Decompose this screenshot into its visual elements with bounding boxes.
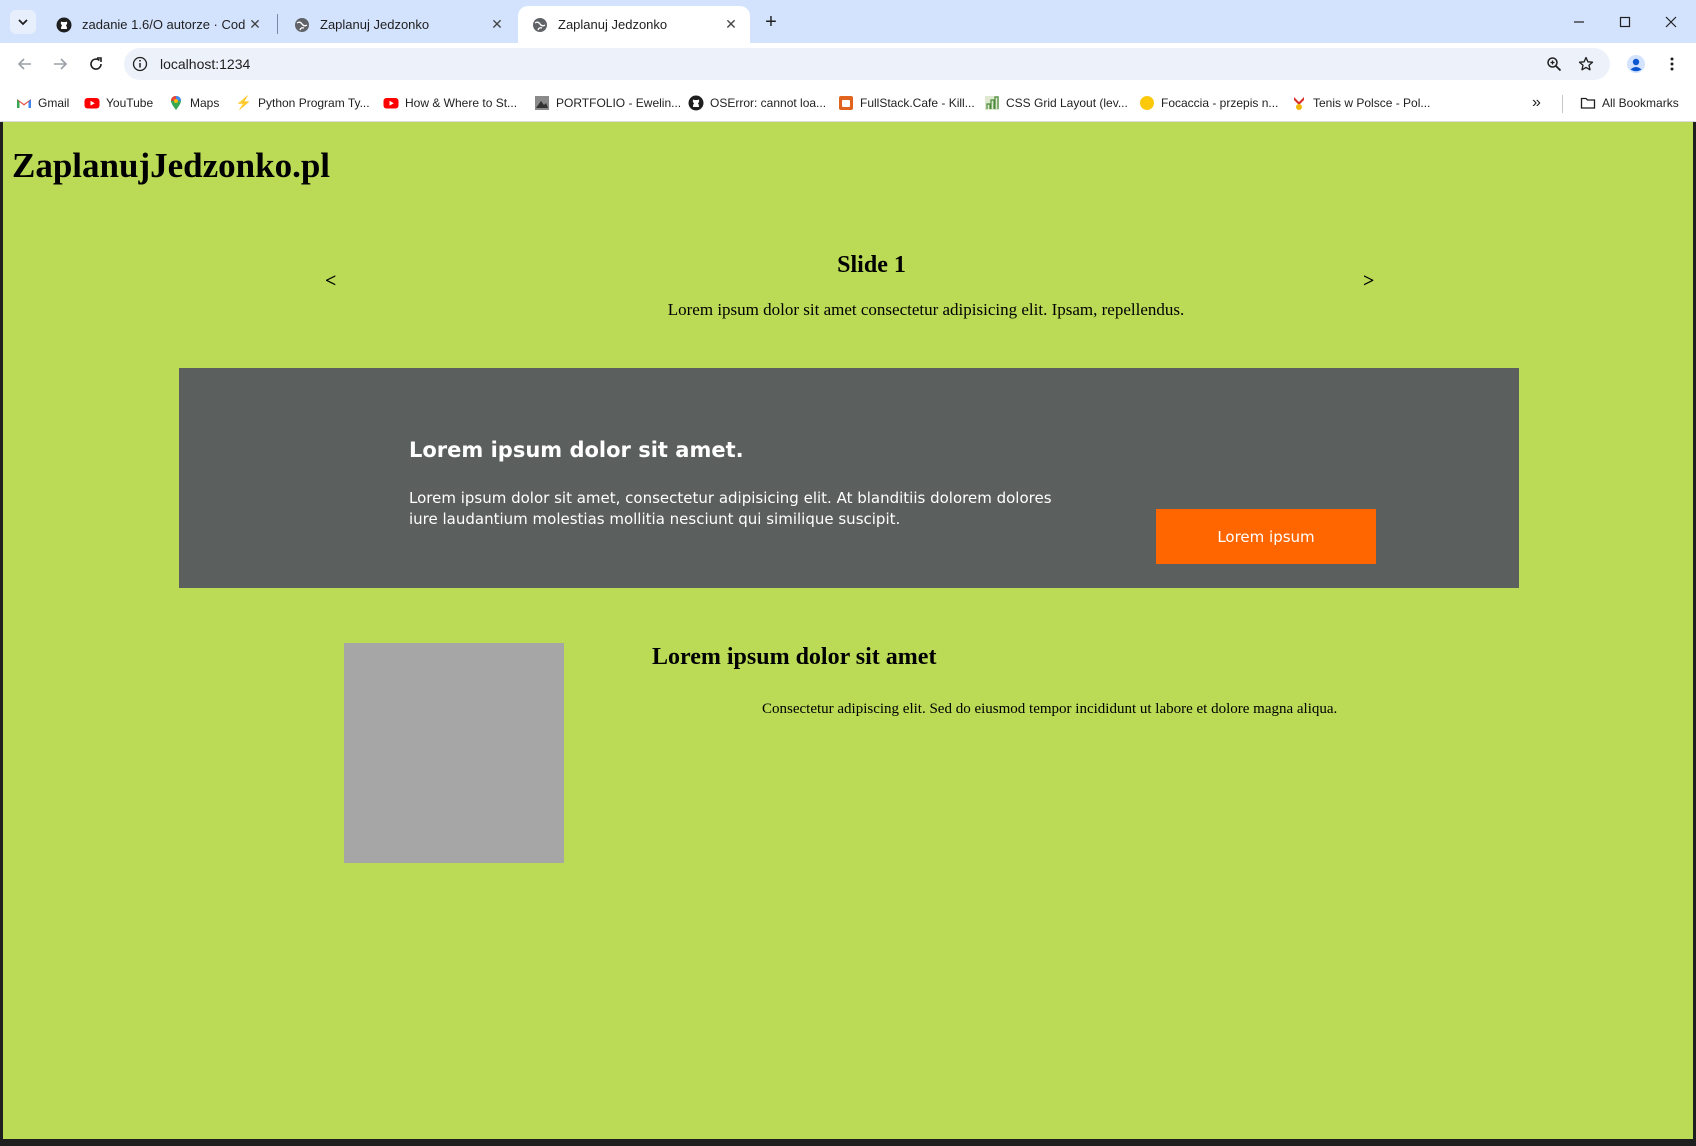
close-icon[interactable]: ✕ (722, 16, 740, 34)
bookmark-tenis[interactable]: Tenis w Polsce - Pol... (1291, 93, 1430, 113)
bolt-icon: ⚡ (235, 95, 253, 110)
close-icon (1665, 16, 1677, 28)
arrow-left-icon (17, 58, 31, 70)
info-icon[interactable] (132, 56, 148, 72)
bookmark-label: YouTube (106, 96, 154, 110)
tab-title: zadanie 1.6/O autorze · Coders (82, 17, 246, 32)
bookmarks-separator (1562, 95, 1563, 113)
bookmark-label: FullStack.Cafe - Kill... (860, 96, 975, 110)
feature-text: Consectetur adipiscing elit. Sed do eius… (762, 701, 1338, 717)
reload-icon (90, 57, 102, 70)
bookmarks-bar: Gmail YouTube Maps ⚡ Python Program Ty..… (0, 85, 1696, 122)
page-viewport: ZaplanujJedzonko.pl < Slide 1 Lorem ipsu… (3, 122, 1693, 1139)
star-icon (1578, 56, 1594, 71)
minimize-icon (1574, 21, 1584, 23)
reload-button[interactable] (84, 52, 108, 76)
bookmark-label: Focaccia - przepis n... (1161, 96, 1279, 110)
close-icon[interactable]: ✕ (246, 16, 264, 34)
bookmark-label: CSS Grid Layout (lev... (1006, 96, 1128, 110)
bookmark-oserror[interactable]: OSError: cannot loa... (688, 93, 826, 113)
close-window-button[interactable] (1656, 8, 1686, 36)
zoom-icon (1547, 57, 1562, 72)
tab-title: Zaplanuj Jedzonko (320, 17, 430, 32)
new-tab-button[interactable]: + (760, 10, 782, 34)
youtube-icon (84, 98, 100, 109)
bookmark-label: Tenis w Polsce - Pol... (1313, 96, 1431, 110)
slider-next-button[interactable]: > (1363, 270, 1374, 293)
bookmark-star-button[interactable] (1576, 54, 1596, 74)
browser-toolbar (0, 43, 1696, 85)
bookmark-maps[interactable]: Maps (168, 93, 219, 113)
banner-title: Lorem ipsum dolor sit amet. (409, 438, 744, 462)
banner-text: Lorem ipsum dolor sit amet, consectetur … (409, 489, 1052, 528)
fullstack-icon (839, 96, 853, 110)
maps-icon (171, 96, 181, 110)
bookmark-python[interactable]: ⚡ Python Program Ty... (236, 93, 370, 113)
slide-title: Slide 1 (837, 252, 906, 278)
globe-icon (533, 17, 547, 32)
url-input[interactable] (160, 54, 760, 74)
bookmark-gmail[interactable]: Gmail (16, 93, 69, 113)
bookmark-fullstack[interactable]: FullStack.Cafe - Kill... (838, 93, 975, 113)
all-bookmarks-button[interactable]: All Bookmarks (1580, 93, 1679, 113)
feature-image-placeholder (344, 643, 564, 863)
bookmark-focaccia[interactable]: Focaccia - przepis n... (1139, 93, 1278, 113)
tab-strip: zadanie 1.6/O autorze · Coders ✕ Zaplanu… (0, 0, 1696, 43)
more-bookmarks-button[interactable]: » (1532, 93, 1541, 113)
tab-1[interactable]: zadanie 1.6/O autorze · Coders ✕ (42, 6, 274, 43)
avatar-icon (1627, 55, 1645, 73)
portfolio-icon (535, 96, 549, 110)
tab-2[interactable]: Zaplanuj Jedzonko ✕ (280, 6, 516, 43)
folder-icon (1580, 97, 1596, 109)
tab-title: Zaplanuj Jedzonko (558, 17, 668, 32)
tab-separator (277, 14, 278, 34)
back-button[interactable] (13, 52, 37, 76)
github-icon (56, 17, 72, 32)
close-icon[interactable]: ✕ (488, 16, 506, 34)
bookmark-label: All Bookmarks (1602, 96, 1679, 110)
maximize-button[interactable] (1610, 8, 1640, 36)
bookmark-label: OSError: cannot loa... (710, 96, 827, 110)
feature-title: Lorem ipsum dolor sit amet (652, 644, 937, 670)
slide-text: Lorem ipsum dolor sit amet consectetur a… (667, 300, 1185, 319)
chevron-down-icon (18, 19, 28, 26)
forward-button[interactable] (48, 52, 72, 76)
bookmark-portfolio[interactable]: PORTFOLIO - Ewelin... (534, 93, 681, 113)
bookmark-label: How & Where to St... (405, 96, 518, 110)
youtube-icon (383, 98, 399, 109)
tab-3-active[interactable]: Zaplanuj Jedzonko ✕ (518, 6, 750, 43)
github-icon (688, 95, 704, 111)
zoom-button[interactable] (1544, 54, 1564, 74)
arrow-right-icon (54, 58, 68, 70)
gmail-icon (17, 99, 31, 108)
bookmark-label: Maps (190, 96, 220, 110)
maximize-icon (1619, 16, 1631, 28)
globe-icon (295, 17, 309, 32)
grid-icon (985, 96, 999, 110)
profile-button[interactable] (1624, 52, 1648, 76)
bookmark-how-where[interactable]: How & Where to St... (383, 93, 517, 113)
bookmark-youtube[interactable]: YouTube (84, 93, 153, 113)
bookmark-label: PORTFOLIO - Ewelin... (556, 96, 682, 110)
tab-search-button[interactable] (10, 10, 36, 34)
bookmark-css-grid[interactable]: CSS Grid Layout (lev... (984, 93, 1128, 113)
site-logo[interactable]: ZaplanujJedzonko.pl (12, 146, 330, 186)
bookmark-label: Python Program Ty... (258, 96, 370, 110)
kebab-menu-icon (1670, 57, 1674, 71)
banner-cta-button[interactable]: Lorem ipsum (1156, 509, 1376, 564)
address-bar[interactable] (124, 48, 1610, 80)
promo-banner: Lorem ipsum dolor sit amet. Lorem ipsum … (179, 368, 1519, 588)
yellow-dot-icon (1140, 96, 1154, 110)
bookmark-label: Gmail (38, 96, 70, 110)
minimize-button[interactable] (1564, 8, 1594, 36)
menu-button[interactable] (1660, 52, 1684, 76)
tennis-icon (1294, 97, 1304, 110)
